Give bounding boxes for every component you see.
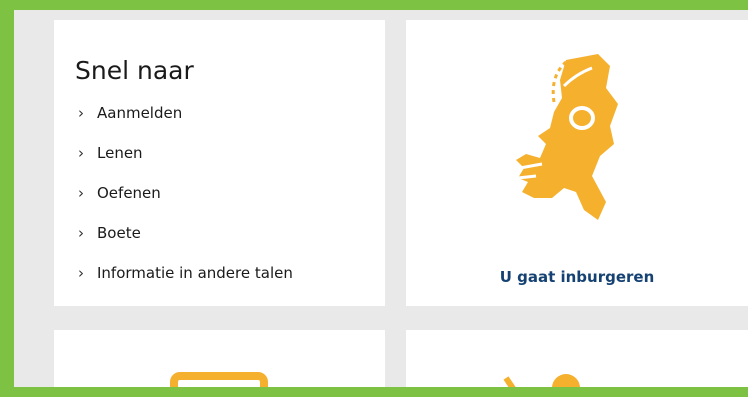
inburgeren-link[interactable]: U gaat inburgeren — [406, 268, 748, 286]
chevron-right-icon: › — [78, 224, 84, 242]
chevron-right-icon: › — [78, 144, 84, 162]
card-icon — [503, 374, 580, 387]
bottom-card-left[interactable] — [54, 330, 385, 387]
quick-link-andere-talen[interactable]: › Informatie in andere talen — [78, 264, 293, 304]
quick-links-list: › Aanmelden › Lenen › Oefenen › Boete › — [78, 104, 293, 304]
quick-link-label: Boete — [97, 224, 141, 242]
quick-link-lenen[interactable]: › Lenen — [78, 144, 293, 184]
chevron-right-icon: › — [78, 264, 84, 282]
highlight-frame: Snel naar › Aanmelden › Lenen › Oefenen … — [0, 0, 748, 397]
quick-link-aanmelden[interactable]: › Aanmelden — [78, 104, 293, 144]
quick-links-title: Snel naar — [75, 56, 194, 85]
frame-bottom-edge — [0, 387, 748, 397]
quick-link-label: Aanmelden — [97, 104, 183, 122]
inburgeren-card[interactable]: U gaat inburgeren — [406, 20, 748, 306]
chevron-right-icon: › — [78, 104, 84, 122]
quick-link-oefenen[interactable]: › Oefenen — [78, 184, 293, 224]
card-icon — [170, 372, 268, 387]
bottom-card-right[interactable] — [406, 330, 748, 387]
netherlands-map-icon — [506, 52, 626, 222]
quick-link-label: Oefenen — [97, 184, 161, 202]
chevron-right-icon: › — [78, 184, 84, 202]
quick-link-label: Informatie in andere talen — [97, 264, 293, 282]
quick-link-label: Lenen — [97, 144, 143, 162]
content-area: Snel naar › Aanmelden › Lenen › Oefenen … — [14, 10, 748, 387]
quick-links-card: Snel naar › Aanmelden › Lenen › Oefenen … — [54, 20, 385, 306]
quick-link-boete[interactable]: › Boete — [78, 224, 293, 264]
